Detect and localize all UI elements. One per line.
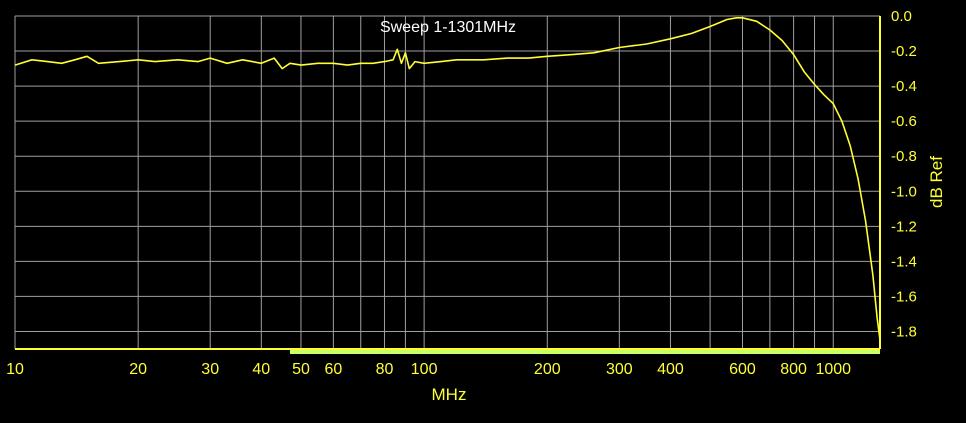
y-axis-label: dB Ref bbox=[927, 156, 946, 208]
y-tick-label: -1.8 bbox=[891, 323, 917, 340]
y-tick-label: -1.2 bbox=[891, 218, 917, 235]
y-tick-label: -1.6 bbox=[891, 288, 917, 305]
x-tick-label: 50 bbox=[292, 361, 310, 378]
y-tick-label: -0.6 bbox=[891, 113, 917, 130]
x-tick-label: 80 bbox=[376, 361, 394, 378]
x-tick-label: 600 bbox=[729, 361, 756, 378]
x-tick-label: 200 bbox=[534, 361, 561, 378]
chart-title: Sweep 1-1301MHz bbox=[380, 19, 516, 36]
x-tick-label: 10 bbox=[6, 361, 24, 378]
x-tick-label: 20 bbox=[129, 361, 147, 378]
x-axis-label: MHz bbox=[432, 385, 467, 404]
x-tick-label: 1000 bbox=[815, 361, 851, 378]
x-tick-label: 100 bbox=[411, 361, 438, 378]
sweep-chart: 10 20 30 40 50 60 80 100 200 300 400 600 800 1000 0.0… bbox=[0, 0, 966, 423]
frequency-band-bar bbox=[289, 350, 881, 354]
x-tick-label: 30 bbox=[201, 361, 219, 378]
y-tick-label: -0.2 bbox=[891, 43, 917, 60]
y-tick-label: 0.0 bbox=[891, 8, 912, 25]
y-tick-label: -1.4 bbox=[891, 253, 917, 270]
x-tick-label: 60 bbox=[324, 361, 342, 378]
x-tick-label: 400 bbox=[657, 361, 684, 378]
x-tick-label: 800 bbox=[780, 361, 807, 378]
x-tick-label: 300 bbox=[606, 361, 633, 378]
y-tick-label: -1.0 bbox=[891, 183, 917, 200]
chart-background bbox=[0, 0, 966, 423]
y-tick-label: -0.4 bbox=[891, 78, 917, 95]
y-tick-label: -0.8 bbox=[891, 148, 917, 165]
x-tick-label: 40 bbox=[252, 361, 270, 378]
